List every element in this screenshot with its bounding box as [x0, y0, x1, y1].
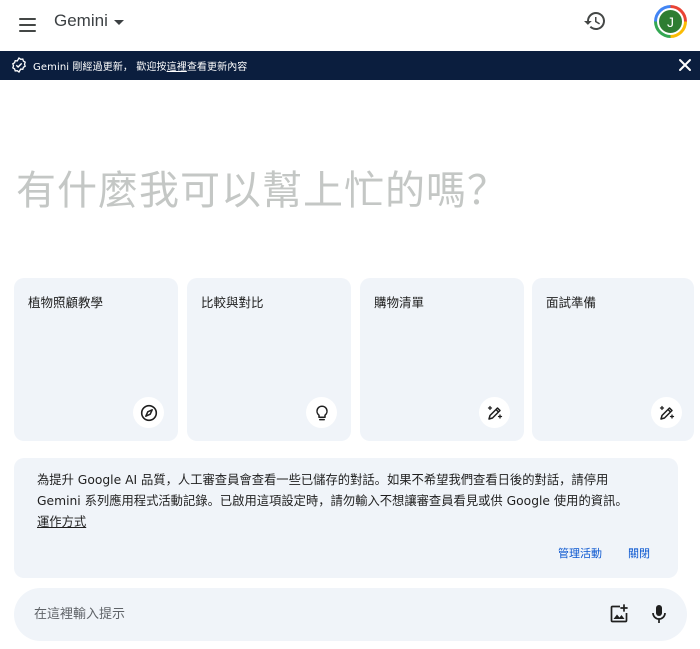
gemini-page: Gemini J Gemini 剛經過更新， 歡迎按這裡查看更新內容 有什麼我可… — [0, 0, 700, 649]
add-image-icon[interactable] — [608, 603, 630, 625]
banner-text-after: 查看更新內容 — [186, 62, 248, 73]
microphone-icon[interactable] — [648, 602, 670, 626]
card-label: 面試準備 — [546, 295, 597, 310]
greeting-heading: 有什麼我可以幫上忙的嗎？ — [16, 168, 508, 214]
dismiss-button[interactable]: 關閉 — [628, 545, 650, 561]
suggestion-card-plant-care[interactable]: 植物照顧教學 — [14, 278, 178, 441]
prompt-input[interactable] — [34, 602, 594, 626]
history-icon[interactable] — [583, 9, 607, 33]
top-bar: Gemini J — [0, 0, 700, 51]
avatar-initial: J — [657, 8, 684, 35]
how-it-works-link[interactable]: 運作方式 — [37, 515, 86, 529]
chevron-down-icon — [113, 19, 124, 25]
close-icon[interactable] — [677, 57, 693, 73]
suggestion-card-interview-prep[interactable]: 面試準備 — [532, 278, 694, 441]
menu-icon[interactable] — [14, 11, 42, 39]
pen-sparkle-icon — [651, 397, 682, 428]
card-label: 購物清單 — [374, 295, 425, 310]
notice-line-2: Gemini 系列應用程式活動記錄。已啟用這項設定時，請勿輸入不想讓審查員看見或… — [37, 494, 628, 508]
compass-icon — [133, 397, 164, 428]
avatar[interactable]: J — [654, 5, 687, 38]
app-title: Gemini — [54, 11, 108, 30]
privacy-notice: 為提升 Google AI 品質，人工審查員會查看一些已儲存的對話。如果不希望我… — [14, 458, 678, 578]
model-selector[interactable]: Gemini — [54, 10, 124, 32]
notice-actions: 管理活動 關閉 — [558, 545, 650, 561]
suggestion-card-shopping-list[interactable]: 購物清單 — [360, 278, 524, 441]
suggestion-card-compare[interactable]: 比較與對比 — [187, 278, 351, 441]
lightbulb-icon — [306, 397, 337, 428]
banner-text-before: Gemini 剛經過更新， 歡迎按 — [33, 62, 167, 73]
banner-message: Gemini 剛經過更新， 歡迎按這裡查看更新內容 — [33, 58, 247, 73]
update-banner: Gemini 剛經過更新， 歡迎按這裡查看更新內容 — [0, 51, 700, 80]
banner-link[interactable]: 這裡 — [167, 62, 187, 73]
notice-line-1: 為提升 Google AI 品質，人工審查員會查看一些已儲存的對話。如果不希望我… — [37, 473, 609, 487]
notice-text: 為提升 Google AI 品質，人工審查員會查看一些已儲存的對話。如果不希望我… — [37, 470, 669, 533]
prompt-bar — [14, 588, 687, 641]
card-label: 植物照顧教學 — [28, 295, 104, 310]
pen-sparkle-icon — [479, 397, 510, 428]
verified-badge-icon — [11, 57, 27, 73]
card-label: 比較與對比 — [201, 295, 264, 310]
manage-activity-button[interactable]: 管理活動 — [558, 545, 602, 561]
